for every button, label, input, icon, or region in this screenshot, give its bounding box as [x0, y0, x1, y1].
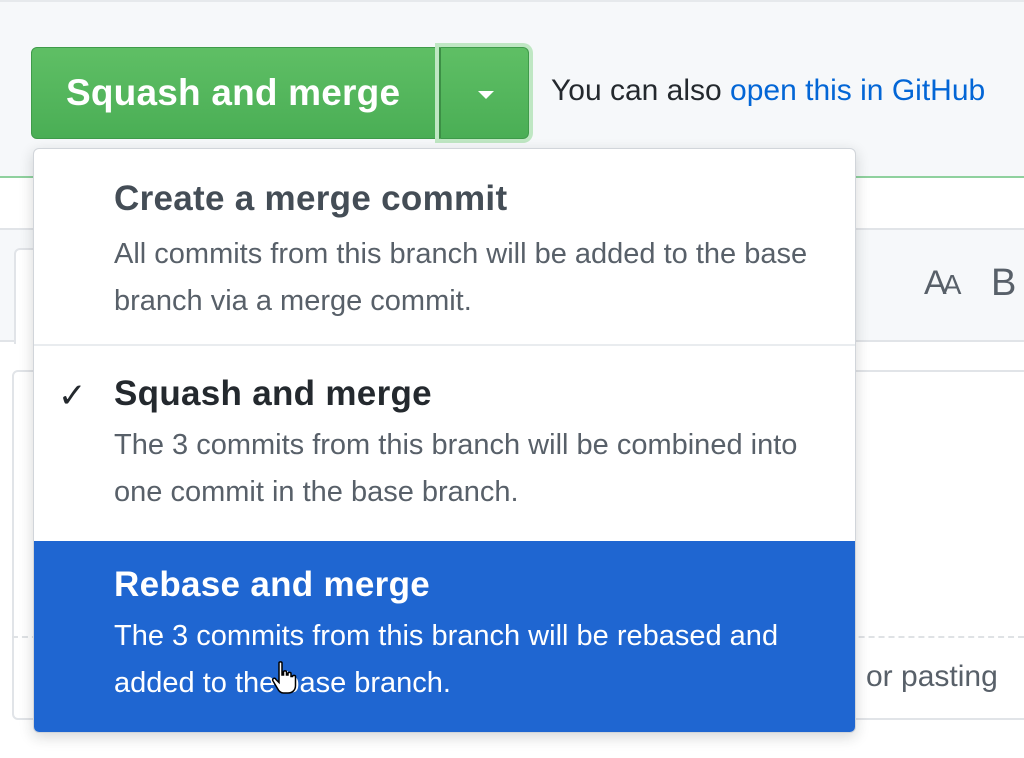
menu-item-description: The 3 commits from this branch will be r…	[114, 620, 779, 699]
menu-item-title: Squash and merge	[114, 374, 432, 413]
menu-item-description: The 3 commits from this branch will be c…	[114, 429, 798, 508]
merge-option-create-merge-commit[interactable]: Create a merge commit All commits from t…	[34, 149, 855, 346]
text-size-small-glyph: A	[942, 269, 962, 300]
check-icon: ✓	[58, 377, 87, 415]
menu-item-title: Create a merge commit	[114, 179, 508, 218]
text-size-big-glyph: A	[924, 264, 947, 302]
menu-item-description: All commits from this branch will be add…	[114, 238, 808, 317]
menu-item-title: Rebase and merge	[114, 565, 431, 604]
also-text: You can also	[551, 74, 722, 107]
hand-cursor-icon	[271, 661, 297, 694]
merge-option-squash-and-merge[interactable]: ✓ Squash and merge The 3 commits from th…	[34, 346, 855, 541]
pull-request-merge-panel: Squash and merge You can also open this …	[0, 0, 1024, 758]
caret-down-icon	[478, 91, 494, 99]
merge-option-rebase-and-merge[interactable]: Rebase and merge The 3 commits from this…	[34, 541, 855, 732]
squash-and-merge-button[interactable]: Squash and merge	[31, 47, 439, 139]
text-size-icon[interactable]: AA	[924, 264, 962, 303]
merge-button-group: Squash and merge	[31, 47, 529, 139]
open-in-github-desktop-link[interactable]: open this in GitHub	[730, 74, 985, 107]
bold-icon[interactable]: B	[991, 262, 1016, 305]
merge-method-dropdown-toggle[interactable]	[439, 47, 529, 139]
merge-method-menu: Create a merge commit All commits from t…	[33, 148, 856, 733]
open-in-desktop-hint: You can also open this in GitHub	[551, 74, 985, 108]
attach-files-hint[interactable]: or pasting	[866, 660, 998, 694]
